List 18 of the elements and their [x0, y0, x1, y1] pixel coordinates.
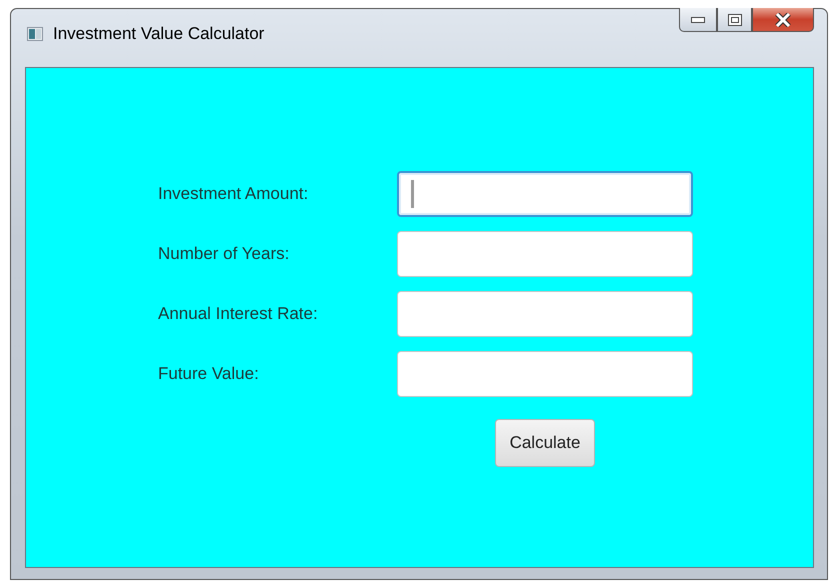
input-field[interactable] — [397, 171, 693, 217]
field-label: Investment Amount: — [158, 184, 310, 204]
close-icon — [775, 12, 791, 26]
maximize-button[interactable] — [717, 8, 752, 32]
close-button[interactable] — [752, 8, 814, 32]
maximize-icon — [728, 14, 742, 26]
text-cursor — [411, 180, 414, 208]
field-label: Number of Years: — [158, 244, 290, 264]
field-label: Annual Interest Rate: — [158, 304, 319, 324]
field-label: Future Value: — [158, 364, 260, 384]
window-title: Investment Value Calculator — [53, 24, 264, 44]
input-field[interactable] — [397, 291, 693, 337]
input-field[interactable] — [397, 231, 693, 277]
minimize-button[interactable] — [679, 8, 717, 32]
calculate-button[interactable]: Calculate — [494, 419, 596, 467]
minimize-icon — [691, 16, 705, 22]
app-icon — [27, 27, 43, 41]
input-field[interactable] — [397, 351, 693, 397]
